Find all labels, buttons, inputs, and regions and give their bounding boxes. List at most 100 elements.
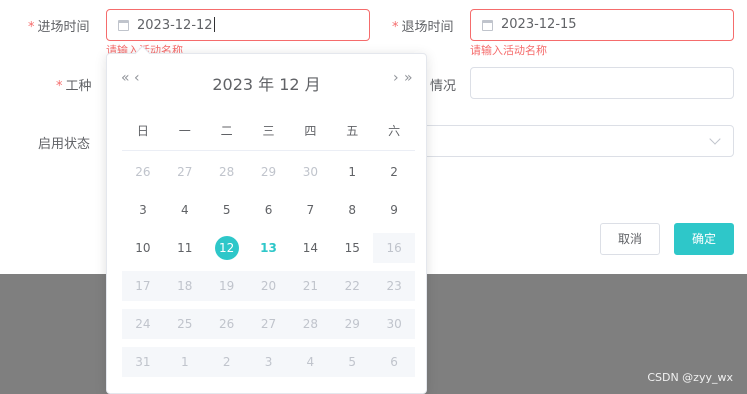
calendar-day-number: 4	[306, 355, 315, 369]
calendar-day[interactable]: 28	[206, 157, 248, 187]
calendar-day-number: 29	[344, 317, 360, 331]
calendar-day-number: 27	[260, 317, 277, 331]
picker-header-title[interactable]: 2023 年 12 月	[107, 71, 426, 95]
calendar-day[interactable]: 4	[164, 195, 206, 225]
weekday-label: 四	[304, 124, 317, 138]
calendar-day-number: 12	[214, 236, 239, 260]
calendar-day-number: 6	[264, 203, 273, 217]
calendar-day: 21	[289, 271, 332, 301]
calendar-day: 25	[163, 309, 206, 339]
calendar-day-number: 1	[180, 355, 189, 369]
calendar-day[interactable]: 27	[164, 157, 206, 187]
situation-label-text: 情况	[430, 79, 457, 94]
weekday-header: 日 一 二 三 四 五 六	[122, 122, 415, 139]
calendar-day-number: 30	[386, 317, 402, 331]
entry-time-input[interactable]: 2023-12-12	[106, 9, 370, 41]
calendar-day: 4	[289, 347, 332, 377]
calendar-day: 23	[373, 271, 416, 301]
calendar-day-number: 29	[260, 165, 277, 179]
calendar-day: 20	[247, 271, 290, 301]
weekday-label: 六	[388, 124, 401, 138]
calendar-day: 2	[205, 347, 248, 377]
calendar-week-row: 10 11 12 13 14 15 16	[122, 229, 416, 267]
calendar-day-number: 20	[260, 279, 277, 293]
calendar-day-number: 3	[139, 203, 147, 217]
calendar-day: 22	[331, 271, 374, 301]
exit-time-error: 请输入活动名称	[470, 44, 547, 57]
calendar-day-number: 1	[348, 165, 357, 179]
calendar-day-selected[interactable]: 12	[206, 233, 248, 263]
weekday-divider	[122, 150, 415, 151]
calendar-day[interactable]: 2	[373, 157, 415, 187]
enable-status-select[interactable]	[400, 125, 734, 157]
calendar-day-number: 14	[302, 241, 318, 255]
calendar-day-number: 17	[135, 279, 151, 293]
calendar-day[interactable]: 7	[289, 195, 331, 225]
calendar-day[interactable]: 8	[331, 195, 373, 225]
weekday-label: 五	[346, 124, 359, 138]
weekday-label: 一	[178, 124, 191, 138]
exit-time-input[interactable]: 2023-12-15	[470, 9, 734, 41]
calendar-day-number: 4	[180, 203, 189, 217]
work-type-label: * 工种	[56, 75, 92, 94]
calendar-day-number: 9	[390, 203, 398, 217]
next-year-icon[interactable]: »	[404, 70, 412, 86]
chevron-down-icon	[709, 133, 721, 145]
calendar-day[interactable]: 10	[122, 233, 164, 263]
calendar-day-number: 5	[348, 355, 357, 369]
weekday-label: 二	[220, 124, 233, 138]
calendar-day[interactable]: 15	[331, 233, 373, 263]
calendar-day[interactable]: 5	[206, 195, 248, 225]
calendar-week-row: 31 1 2 3 4 5 6	[122, 343, 416, 381]
calendar-day-number: 24	[135, 317, 151, 331]
calendar-day: 6	[373, 347, 416, 377]
entry-time-value-text: 2023-12-12	[137, 18, 213, 33]
calendar-day[interactable]: 30	[289, 157, 331, 187]
calendar-day-number: 7	[306, 203, 315, 217]
calendar-day: 30	[373, 309, 416, 339]
calendar-grid: 26 27 28 29 30 1 2 3 4 5 6 7 8 9 10 11 12 13 14 15 16 17 18 19 2…	[122, 153, 416, 381]
entry-time-label-text: 进场时间	[37, 20, 90, 35]
calendar-day-number: 19	[219, 279, 235, 293]
confirm-button[interactable]: 确定	[674, 223, 734, 255]
required-mark: *	[392, 20, 399, 35]
calendar-day-number: 16	[386, 241, 402, 255]
calendar-day: 27	[247, 309, 290, 339]
calendar-day: 5	[331, 347, 374, 377]
calendar-day[interactable]: 14	[289, 233, 331, 263]
cancel-button[interactable]: 取消	[600, 223, 660, 255]
calendar-week-row: 26 27 28 29 30 1 2	[122, 153, 415, 191]
work-type-label-text: 工种	[65, 79, 92, 94]
calendar-day[interactable]: 11	[164, 233, 206, 263]
calendar-day: 26	[205, 309, 248, 339]
calendar-day-number: 21	[302, 279, 318, 293]
calendar-day: 1	[163, 347, 206, 377]
exit-time-value: 2023-12-15	[501, 17, 577, 32]
calendar-day: 3	[247, 347, 290, 377]
calendar-day-number: 31	[135, 355, 151, 369]
calendar-day-number: 28	[302, 317, 318, 331]
situation-input[interactable]	[470, 67, 734, 99]
calendar-day[interactable]: 9	[373, 195, 415, 225]
weekday-label: 三	[262, 124, 275, 138]
required-mark: *	[28, 20, 35, 35]
next-month-icon[interactable]: ›	[393, 70, 398, 86]
calendar-day-number: 2	[390, 165, 398, 179]
calendar-day[interactable]: 6	[248, 195, 290, 225]
calendar-day: 24	[122, 309, 164, 339]
calendar-day: 31	[122, 347, 164, 377]
calendar-week-row: 24 25 26 27 28 29 30	[122, 305, 416, 343]
calendar-day[interactable]: 29	[248, 157, 290, 187]
calendar-day[interactable]: 1	[331, 157, 373, 187]
calendar-day[interactable]: 3	[122, 195, 164, 225]
date-picker-panel: « ‹ 2023 年 12 月 › » 日 一 二 三 四 五 六 26 27 28…	[106, 53, 427, 394]
calendar-day-number: 5	[222, 203, 231, 217]
watermark: CSDN @zyy_wx	[647, 371, 733, 384]
calendar-day-number: 18	[177, 279, 193, 293]
entry-time-label: * 进场时间	[28, 16, 90, 35]
calendar-week-row: 3 4 5 6 7 8 9	[122, 191, 415, 229]
calendar-day-today[interactable]: 13	[248, 233, 290, 263]
situation-label: 情况	[430, 75, 456, 94]
calendar-day[interactable]: 26	[122, 157, 164, 187]
required-mark: *	[56, 79, 63, 94]
